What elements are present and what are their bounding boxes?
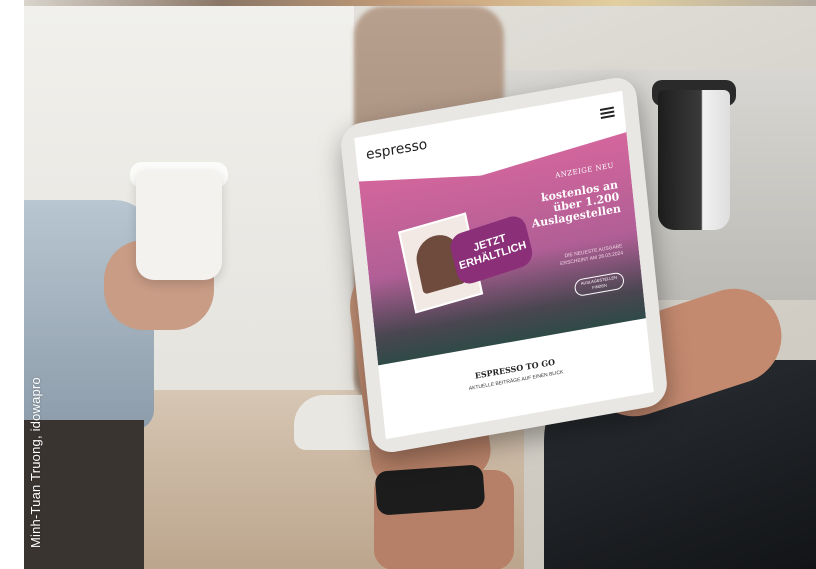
tablet: espresso JETZT ERHÄLTLICH ANZEIGE NEU ko… — [338, 74, 670, 456]
wristwatch — [374, 464, 486, 516]
black-coffee-cup — [658, 90, 730, 230]
photo-credit: Minh-Tuan Truong, idowapro — [28, 377, 43, 548]
site-logo[interactable]: espresso — [365, 137, 428, 164]
white-coffee-cup — [136, 170, 222, 280]
hamburger-menu-icon[interactable] — [599, 106, 615, 119]
hero-small-text: DIE NEUESTE AUSGABE ERSCHEINT AM 28.03.2… — [559, 243, 624, 268]
tablet-screen: espresso JETZT ERHÄLTLICH ANZEIGE NEU ko… — [354, 90, 654, 440]
hero-title: kostenlos an über 1.200 Auslagestellen — [531, 178, 622, 231]
hero-kicker: ANZEIGE NEU — [554, 161, 615, 180]
find-locations-button[interactable]: AUSLAGESTELLEN FINDEN — [573, 271, 625, 298]
photo: espresso JETZT ERHÄLTLICH ANZEIGE NEU ko… — [24, 0, 816, 569]
